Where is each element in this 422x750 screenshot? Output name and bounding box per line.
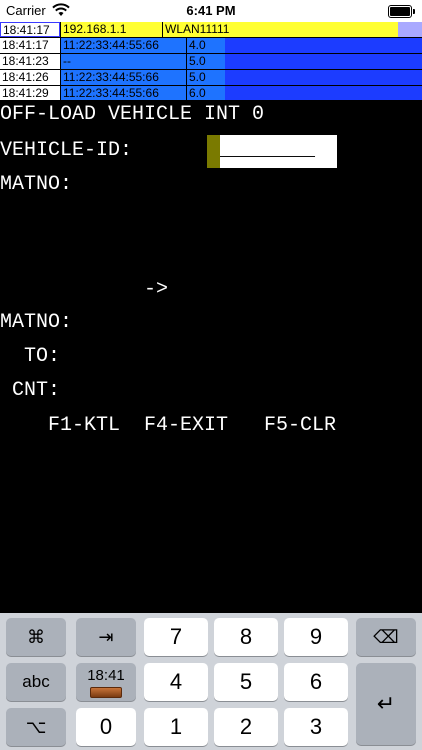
matno-label: MATNO: [0, 311, 73, 334]
command-key[interactable]: ⌘ [6, 618, 66, 656]
log-table: 18:41:17 192.168.1.1 WLAN11111 18:41:17 … [0, 22, 422, 102]
vehicle-id-label: VEHICLE-ID: [0, 139, 133, 162]
key-1[interactable]: 1 [144, 708, 208, 746]
key-6[interactable]: 6 [284, 663, 348, 701]
numeric-keyboard: ⌘ ⇥ 7 8 9 ⌫ abc 18:41 4 5 6 ↵ ⌥ 0 1 2 3 [0, 613, 422, 750]
terminal-screen[interactable]: OFF-LOAD VEHICLE INT 0 VEHICLE-ID: _____… [0, 100, 422, 615]
key-7[interactable]: 7 [144, 618, 208, 656]
battery-icon [90, 686, 122, 698]
tab-icon: ⇥ [98, 626, 114, 648]
key-2[interactable]: 2 [214, 708, 278, 746]
log-value: 4.0 [186, 38, 422, 53]
tab-key[interactable]: ⇥ [76, 618, 136, 656]
key-3[interactable]: 3 [284, 708, 348, 746]
log-value: 5.0 [186, 54, 422, 69]
backspace-key[interactable]: ⌫ [356, 618, 416, 656]
key-8[interactable]: 8 [214, 618, 278, 656]
text-cursor [207, 135, 220, 168]
backspace-icon: ⌫ [373, 626, 399, 648]
log-value: 5.0 [186, 70, 422, 85]
arrow-indicator: -> [144, 278, 169, 301]
log-time: 18:41:23 [0, 54, 60, 69]
battery-icon [388, 5, 415, 18]
enter-key[interactable]: ↵ [356, 663, 416, 745]
log-indicator [398, 22, 422, 37]
cnt-label: CNT: [0, 379, 61, 402]
log-time: 18:41:29 [0, 86, 60, 101]
log-time: 18:41:17 [0, 38, 60, 53]
log-mac: 11:22:33:44:55:66 [60, 70, 186, 85]
option-key[interactable]: ⌥ [6, 708, 66, 746]
option-icon: ⌥ [25, 716, 47, 738]
key-9[interactable]: 9 [284, 618, 348, 656]
screen-title: OFF-LOAD VEHICLE INT 0 [0, 103, 265, 126]
abc-key[interactable]: abc [6, 663, 66, 701]
log-ip: 192.168.1.1 [60, 22, 162, 37]
key-0[interactable]: 0 [76, 708, 136, 746]
status-time: 6:41 PM [186, 3, 236, 18]
log-time: 18:41:17 [0, 22, 60, 37]
log-row: 18:41:17 11:22:33:44:55:66 4.0 [0, 38, 422, 54]
log-row: 18:41:26 11:22:33:44:55:66 5.0 [0, 70, 422, 86]
matno-label: MATNO: [0, 173, 73, 196]
enter-icon: ↵ [376, 691, 396, 717]
log-value: 6.0 [186, 86, 422, 101]
log-mac: -- [60, 54, 186, 69]
command-icon: ⌘ [27, 626, 45, 648]
status-bar: Carrier 6:41 PM [0, 0, 422, 22]
log-time: 18:41:26 [0, 70, 60, 85]
to-label: TO: [0, 345, 61, 368]
log-row: 18:41:23 -- 5.0 [0, 54, 422, 70]
function-keys-hint: F1-KTL F4-EXIT F5-CLR [0, 414, 337, 437]
log-ssid: WLAN11111 [162, 22, 398, 37]
log-mac: 11:22:33:44:55:66 [60, 38, 186, 53]
vehicle-id-input[interactable]: _________ [207, 135, 337, 168]
log-row: 18:41:17 192.168.1.1 WLAN11111 [0, 22, 422, 38]
key-5[interactable]: 5 [214, 663, 278, 701]
log-mac: 11:22:33:44:55:66 [60, 86, 186, 101]
time-key[interactable]: 18:41 [76, 663, 136, 701]
key-4[interactable]: 4 [144, 663, 208, 701]
